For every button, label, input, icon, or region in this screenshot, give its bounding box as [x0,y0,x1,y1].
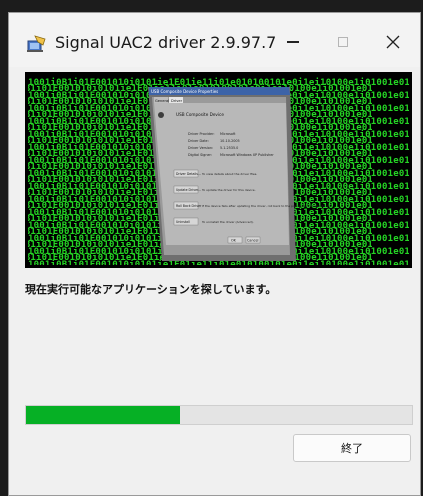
dialog-action-description: If the device fails after updating the d… [202,204,331,208]
installer-package-icon [27,35,46,52]
dialog-field-value: Microsoft [220,132,236,136]
dialog-action-description: To update the driver for this device. [201,188,256,192]
status-message: 現在実行可能なアプリケーションを探しています。 [25,283,277,296]
dialog-title: USB Composite Device Properties [151,89,218,94]
dialog-action-button-label: Driver Details... [176,172,201,176]
dialog-field-label: Driver Version: [188,146,213,150]
dialog-cancel-button: Cancel [247,239,259,243]
dialog-tab-driver: Driver [171,99,183,103]
install-progress-bar [25,405,413,425]
banner-screen: 1001i0B1i01E001010i0101ie1E01ie11i01e010… [28,75,409,265]
minimize-button[interactable] [271,25,315,59]
maximize-icon [338,37,348,47]
close-icon [386,35,400,49]
dialog-field-value: 10-10-2005 [220,139,240,143]
dialog-field-value: Microsoft Windows XP Publisher [220,153,274,157]
installer-banner-image: 1001i0B1i01E001010i0101ie1E01ie11i01e010… [25,72,412,268]
usb-device-icon [158,112,164,118]
dialog-action-description: To uninstall the driver (Advanced). [201,220,254,224]
installer-window: Signal UAC2 driver 2.9.97.7 1001i0B1i01E… [8,12,421,496]
title-bar[interactable]: Signal UAC2 driver 2.9.97.7 [9,13,420,67]
dialog-field-value: 5.1.2535.0 [220,146,238,150]
maximize-button[interactable] [321,25,365,59]
dialog-action-description: To view details about the driver files. [201,172,257,176]
dialog-device-name: USB Composite Device [176,112,224,117]
window-title: Signal UAC2 driver 2.9.97.7 [55,33,277,52]
dialog-field-label: Driver Provider: [188,132,215,136]
dialog-action-button-label: Update Driver... [176,188,201,192]
minimize-icon [287,41,299,43]
dialog-action-button-label: Uninstall [176,220,190,224]
progress-fill [26,406,181,424]
close-button[interactable] [371,25,415,59]
dialog-field-label: Driver Date: [188,139,209,143]
dialog-ok-button: OK [231,239,237,243]
exit-button[interactable]: 終了 [293,434,411,462]
dialog-tab-general: General [155,99,169,103]
dialog-field-label: Digital Signer: [188,153,212,157]
dialog-action-button-label: Roll Back Driver [176,204,202,208]
